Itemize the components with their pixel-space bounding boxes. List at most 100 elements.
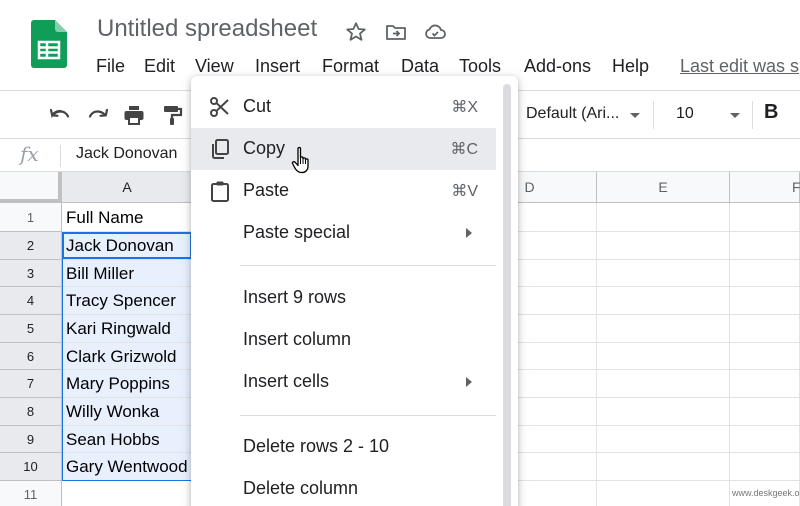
cell[interactable] <box>597 232 730 260</box>
row-header[interactable]: 4 <box>0 287 62 315</box>
bold-button[interactable]: B <box>764 101 778 124</box>
menu-data[interactable]: Data <box>401 56 439 77</box>
cell-a8[interactable]: Willy Wonka <box>62 398 193 426</box>
print-icon[interactable] <box>122 103 146 127</box>
menu-item-cut[interactable]: Cut ⌘X <box>191 86 496 128</box>
cell[interactable] <box>730 426 800 453</box>
row-header[interactable]: 8 <box>0 398 62 426</box>
cell[interactable] <box>730 260 800 287</box>
menu-insert[interactable]: Insert <box>255 56 300 77</box>
cell[interactable] <box>597 203 730 232</box>
menu-item-shortcut: ⌘X <box>451 99 478 116</box>
font-family-select[interactable]: Default (Ari... <box>514 99 648 131</box>
cell[interactable] <box>730 203 800 232</box>
cell-a6[interactable]: Clark Grizwold <box>62 343 193 370</box>
column-header-a[interactable]: A <box>62 172 193 203</box>
cell-a5[interactable]: Kari Ringwald <box>62 315 193 343</box>
menu-item-label: Copy <box>243 138 286 158</box>
menu-help[interactable]: Help <box>612 56 649 77</box>
menu-view[interactable]: View <box>195 56 234 77</box>
cell-a1[interactable]: Full Name <box>62 203 193 232</box>
menu-item-insert-cells[interactable]: Insert cells <box>191 361 496 403</box>
menu-format[interactable]: Format <box>322 56 379 77</box>
menu-item-label: Cut <box>243 96 272 116</box>
row-header[interactable]: 9 <box>0 426 62 453</box>
menu-add-ons[interactable]: Add-ons <box>524 56 591 77</box>
cell[interactable] <box>597 260 730 287</box>
menu-file[interactable]: File <box>96 56 125 77</box>
submenu-arrow-icon <box>466 228 472 238</box>
menu-item-paste[interactable]: Paste ⌘V <box>191 170 496 212</box>
row-header[interactable]: 3 <box>0 260 62 287</box>
menu-item-label: Insert 9 rows <box>243 287 347 307</box>
cell[interactable] <box>730 315 800 343</box>
scissors-icon <box>210 97 229 117</box>
cell-a9[interactable]: Sean Hobbs <box>62 426 193 453</box>
menu-item-label: Insert column <box>243 329 352 349</box>
cell[interactable] <box>597 398 730 426</box>
hand-pointer-icon <box>291 146 309 174</box>
cell-a2[interactable]: Jack Donovan <box>62 232 193 260</box>
cell[interactable] <box>597 481 730 506</box>
row-header[interactable]: 6 <box>0 343 62 370</box>
toolbar-divider <box>653 101 654 129</box>
menu-tools[interactable]: Tools <box>459 56 501 77</box>
cell-a10[interactable]: Gary Wentwood <box>62 453 193 481</box>
cell[interactable] <box>597 343 730 370</box>
menu-item-paste-special[interactable]: Paste special <box>191 212 496 254</box>
column-header-f[interactable]: F <box>730 172 800 203</box>
row-header[interactable]: 11 <box>0 481 62 506</box>
cell[interactable] <box>597 426 730 453</box>
sheets-logo-icon[interactable] <box>31 20 67 68</box>
cell[interactable] <box>597 315 730 343</box>
cell-a11[interactable] <box>62 481 193 506</box>
toolbar-divider <box>752 101 753 129</box>
cell[interactable] <box>730 343 800 370</box>
menu-item-delete-column[interactable]: Delete column <box>191 468 496 506</box>
fx-icon: fx <box>20 142 39 166</box>
font-size-select[interactable]: 10 <box>660 99 748 131</box>
menu-item-insert-rows[interactable]: Insert 9 rows <box>191 277 496 319</box>
paint-format-icon[interactable] <box>160 103 184 127</box>
row-header[interactable]: 1 <box>0 203 62 232</box>
menu-item-label: Insert cells <box>243 371 330 391</box>
menu-item-shortcut: ⌘V <box>451 183 478 200</box>
context-menu: Cut ⌘X Copy ⌘C Paste ⌘V Paste special In… <box>191 76 518 506</box>
redo-icon[interactable] <box>86 103 110 127</box>
row-header[interactable]: 7 <box>0 370 62 398</box>
chevron-down-icon <box>630 113 640 118</box>
cell-a4[interactable]: Tracy Spencer <box>62 287 193 315</box>
menu-item-insert-column[interactable]: Insert column <box>191 319 496 361</box>
menu-item-delete-rows[interactable]: Delete rows 2 - 10 <box>191 426 496 468</box>
menu-item-copy[interactable]: Copy ⌘C <box>191 128 496 170</box>
cell[interactable] <box>730 453 800 481</box>
select-all-corner[interactable] <box>0 172 62 203</box>
menu-scrollbar[interactable] <box>503 84 511 506</box>
row-header[interactable]: 5 <box>0 315 62 343</box>
menu-separator <box>240 415 496 416</box>
menu-edit[interactable]: Edit <box>144 56 175 77</box>
cell-a3[interactable]: Bill Miller <box>62 260 193 287</box>
cell-a7[interactable]: Mary Poppins <box>62 370 193 398</box>
cell[interactable] <box>597 287 730 315</box>
cloud-saved-icon[interactable] <box>423 20 447 44</box>
submenu-arrow-icon <box>466 377 472 387</box>
last-edit-link[interactable]: Last edit was s <box>680 56 799 77</box>
cell[interactable] <box>730 398 800 426</box>
cell[interactable] <box>597 370 730 398</box>
row-header[interactable]: 2 <box>0 232 62 260</box>
cell[interactable] <box>730 287 800 315</box>
row-header[interactable]: 10 <box>0 453 62 481</box>
column-header-e[interactable]: E <box>597 172 730 203</box>
cell[interactable] <box>597 453 730 481</box>
move-to-folder-icon[interactable] <box>384 20 408 44</box>
document-title[interactable]: Untitled spreadsheet <box>97 15 317 43</box>
undo-icon[interactable] <box>48 103 72 127</box>
cell[interactable] <box>730 370 800 398</box>
cell[interactable] <box>730 232 800 260</box>
menu-item-label: Delete rows 2 - 10 <box>243 436 390 456</box>
star-icon[interactable] <box>344 20 368 44</box>
formula-divider <box>60 145 61 167</box>
formula-input[interactable]: Jack Donovan <box>76 145 177 163</box>
menu-item-shortcut: ⌘C <box>450 141 478 158</box>
